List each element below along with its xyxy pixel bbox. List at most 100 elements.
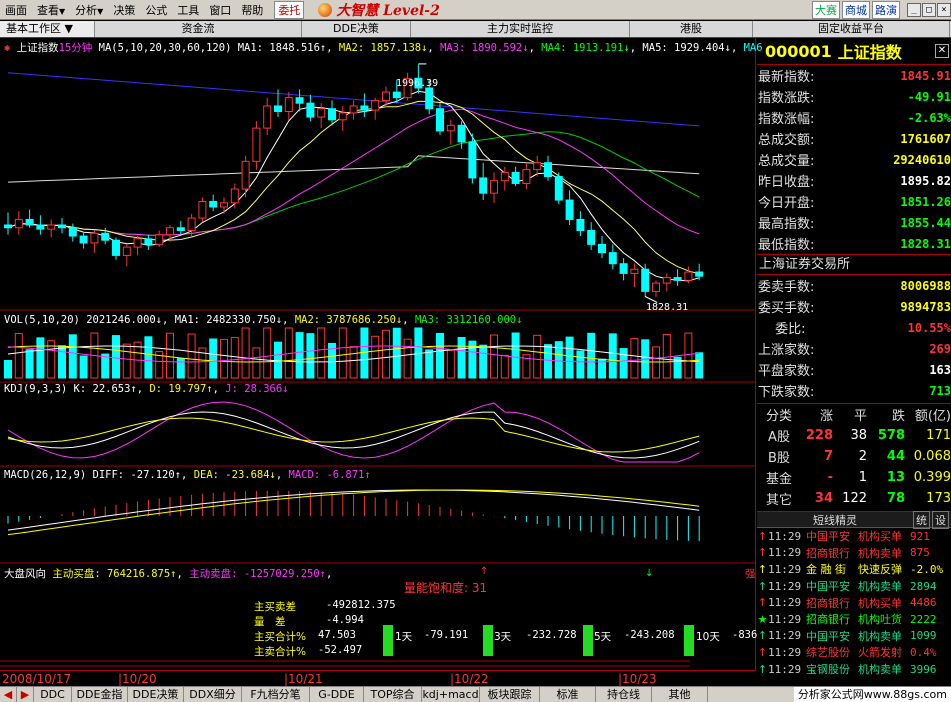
tab-hk-stocks[interactable]: 港股 bbox=[630, 21, 753, 37]
tab-main-monitor[interactable]: 主力实时监控 bbox=[411, 21, 630, 37]
flow-row-value-3: -52.497 bbox=[318, 644, 363, 656]
menu-tools[interactable]: 工具 bbox=[172, 2, 204, 18]
signal-row[interactable]: ↑ 11:29 中国平安 机构买单 921 bbox=[757, 528, 951, 545]
signal-event: 机构卖单 bbox=[858, 580, 902, 594]
signal-row[interactable]: ↑ 11:29 金 融 街快速反弹 -2.0% bbox=[757, 561, 951, 578]
period-indicator-bar bbox=[383, 625, 393, 656]
candle-body bbox=[371, 99, 380, 111]
signal-arrow: ↑ bbox=[757, 596, 768, 610]
breadth-cell: 基金 bbox=[765, 472, 792, 487]
menu-analysis[interactable]: 分析▼ bbox=[70, 2, 108, 18]
candle-body bbox=[187, 217, 196, 232]
vol-ma2: MA2: 3787686.250↓ bbox=[294, 314, 403, 326]
volume-bar bbox=[425, 349, 434, 379]
breadth-cell: 122 bbox=[842, 491, 867, 506]
contest-button[interactable]: 大赛 bbox=[812, 0, 840, 19]
mall-button[interactable]: 商城 bbox=[842, 0, 870, 19]
volume-bar bbox=[382, 329, 390, 379]
short-settings-button[interactable]: 设 bbox=[932, 510, 949, 529]
signal-row[interactable]: ↑ 11:29 招商银行 机构卖单 875 bbox=[757, 545, 951, 562]
ma5-value: MA5: 1929.404↓ bbox=[642, 42, 731, 54]
tab-fund-flow[interactable]: 资金流 bbox=[95, 21, 302, 37]
tab-top[interactable]: TOP综合 bbox=[364, 687, 422, 702]
signal-row[interactable]: ★ 11:29 招商银行 机构吐货 2222 bbox=[757, 611, 951, 628]
period-label-3d: 3天 bbox=[494, 631, 512, 643]
menu-display[interactable]: 画面 bbox=[0, 2, 32, 18]
tab-dde-decision[interactable]: DDE决策 bbox=[302, 21, 411, 37]
signal-row[interactable]: ↑ 11:29 中国平安 机构卖单 2894 bbox=[757, 578, 951, 595]
tab-dde-index[interactable]: DDE金指 bbox=[72, 687, 128, 702]
tab-ddc[interactable]: DDC bbox=[34, 687, 72, 702]
flow-marker-down: ↓ bbox=[645, 568, 653, 579]
stat-value: -49.91 bbox=[907, 89, 951, 104]
candle-body bbox=[619, 263, 628, 274]
volume-bar bbox=[684, 332, 693, 379]
minimize-button[interactable]: _ bbox=[907, 2, 921, 17]
menu-window[interactable]: 窗口 bbox=[204, 2, 236, 18]
stat-label: 下跌家数: bbox=[758, 385, 815, 400]
volume-bar bbox=[565, 336, 574, 379]
flow-row-label-2: 主买合计% bbox=[254, 631, 306, 643]
tab-kdj-macd[interactable]: kdj+macd bbox=[422, 687, 480, 702]
menu-help[interactable]: 帮助 bbox=[236, 2, 268, 18]
candle-body bbox=[155, 234, 164, 245]
candle-body bbox=[511, 171, 520, 184]
tab-sector[interactable]: 板块跟踪 bbox=[480, 687, 540, 702]
volume-bar bbox=[500, 354, 509, 379]
volume-bar bbox=[14, 333, 23, 379]
candle-body bbox=[533, 162, 542, 171]
menu-view[interactable]: 查看▼ bbox=[32, 2, 70, 18]
candle-body bbox=[317, 108, 326, 118]
chart-area[interactable]: ↑ ↓ ✱ 上证指数15分钟 MA(5,10,20,30,60,120) MA1:… bbox=[0, 38, 763, 670]
breadth-cell: 13 bbox=[886, 470, 905, 485]
tab-basic-workspace[interactable]: 基本工作区 ▼ bbox=[0, 21, 95, 37]
tab-fixed-income[interactable]: 固定收益平台 bbox=[753, 21, 950, 37]
active-buy: 主动买盘: 764216.875↑ bbox=[52, 568, 177, 580]
kdj-param: KDJ(9,3,3) bbox=[4, 383, 68, 395]
stat-value: 269 bbox=[929, 341, 951, 356]
tab-dde-decision-bottom[interactable]: DDE决策 bbox=[128, 687, 184, 702]
close-button[interactable]: × bbox=[937, 2, 951, 17]
short-stat-button[interactable]: 统 bbox=[913, 510, 930, 529]
signal-stock: 金 融 街 bbox=[806, 563, 846, 577]
breadth-header-cell: 平 bbox=[853, 409, 867, 424]
trade-button[interactable]: 委托 bbox=[274, 0, 305, 19]
menu-formula[interactable]: 公式 bbox=[140, 2, 172, 18]
flow-row-value-1: -4.994 bbox=[326, 614, 364, 626]
quote-row: 最低指数: 1828.31 bbox=[757, 233, 951, 254]
quote-row: 最高指数: 1855.44 bbox=[757, 212, 951, 233]
tab-g-dde[interactable]: G-DDE bbox=[310, 687, 364, 702]
signal-row[interactable]: ★11:29中国平安机构吃货500 bbox=[757, 677, 951, 678]
candle-body bbox=[436, 108, 444, 132]
tab-other[interactable]: 其他 bbox=[652, 687, 708, 702]
breadth-row: 基金 - 1 13 0.399 bbox=[757, 467, 951, 488]
signal-row[interactable]: ↑ 11:29 招商银行 机构买单 4486 bbox=[757, 594, 951, 611]
signal-row[interactable]: ↑ 11:29 综艺股份 火箭发射 0.4% bbox=[757, 644, 951, 661]
tab-f-nine[interactable]: F九档分笔 bbox=[242, 687, 310, 702]
price-high-label: 1996.39 bbox=[396, 78, 439, 89]
tab-ddx[interactable]: DDX细分 bbox=[184, 687, 242, 702]
scroll-left-icon[interactable]: ◀ bbox=[0, 687, 17, 702]
breadth-cell: 2 bbox=[858, 449, 867, 464]
signal-arrow: ↑ bbox=[757, 579, 768, 593]
tab-standard[interactable]: 标准 bbox=[540, 687, 596, 702]
candle-body bbox=[468, 141, 477, 179]
volume-bar bbox=[317, 327, 326, 379]
close-icon[interactable]: ✕ bbox=[935, 44, 949, 58]
tab-position[interactable]: 持仓线 bbox=[596, 687, 652, 702]
maximize-button[interactable]: □ bbox=[922, 2, 936, 17]
volume-bar bbox=[166, 332, 174, 379]
flow-pane-title: 大盘风向 主动买盘: 764216.875↑, 主动卖盘: -1257029.2… bbox=[4, 568, 333, 580]
roadshow-button[interactable]: 路演 bbox=[872, 0, 900, 19]
signal-row[interactable]: ↑ 11:29 宝钢股份 机构卖单 3996 bbox=[757, 661, 951, 678]
signal-row[interactable]: ↑ 11:29 中国平安 机构卖单 1099 bbox=[757, 628, 951, 645]
breadth-cell: 228 bbox=[805, 428, 833, 443]
period-label[interactable]: 15分钟 bbox=[59, 42, 93, 54]
menu-decision[interactable]: 决策 bbox=[108, 2, 140, 18]
breadth-cell: 578 bbox=[877, 428, 905, 443]
scroll-right-icon[interactable]: ▶ bbox=[17, 687, 34, 702]
macd-param: MACD(26,12,9) bbox=[4, 469, 87, 481]
volume-bar bbox=[533, 334, 542, 379]
short-signal-list[interactable]: ↑ 11:29 中国平安 机构买单 921 ↑ 11:29 招商银行 机构卖单 875 ↑ 11:29… bbox=[757, 528, 951, 678]
volume-bar bbox=[338, 327, 347, 379]
